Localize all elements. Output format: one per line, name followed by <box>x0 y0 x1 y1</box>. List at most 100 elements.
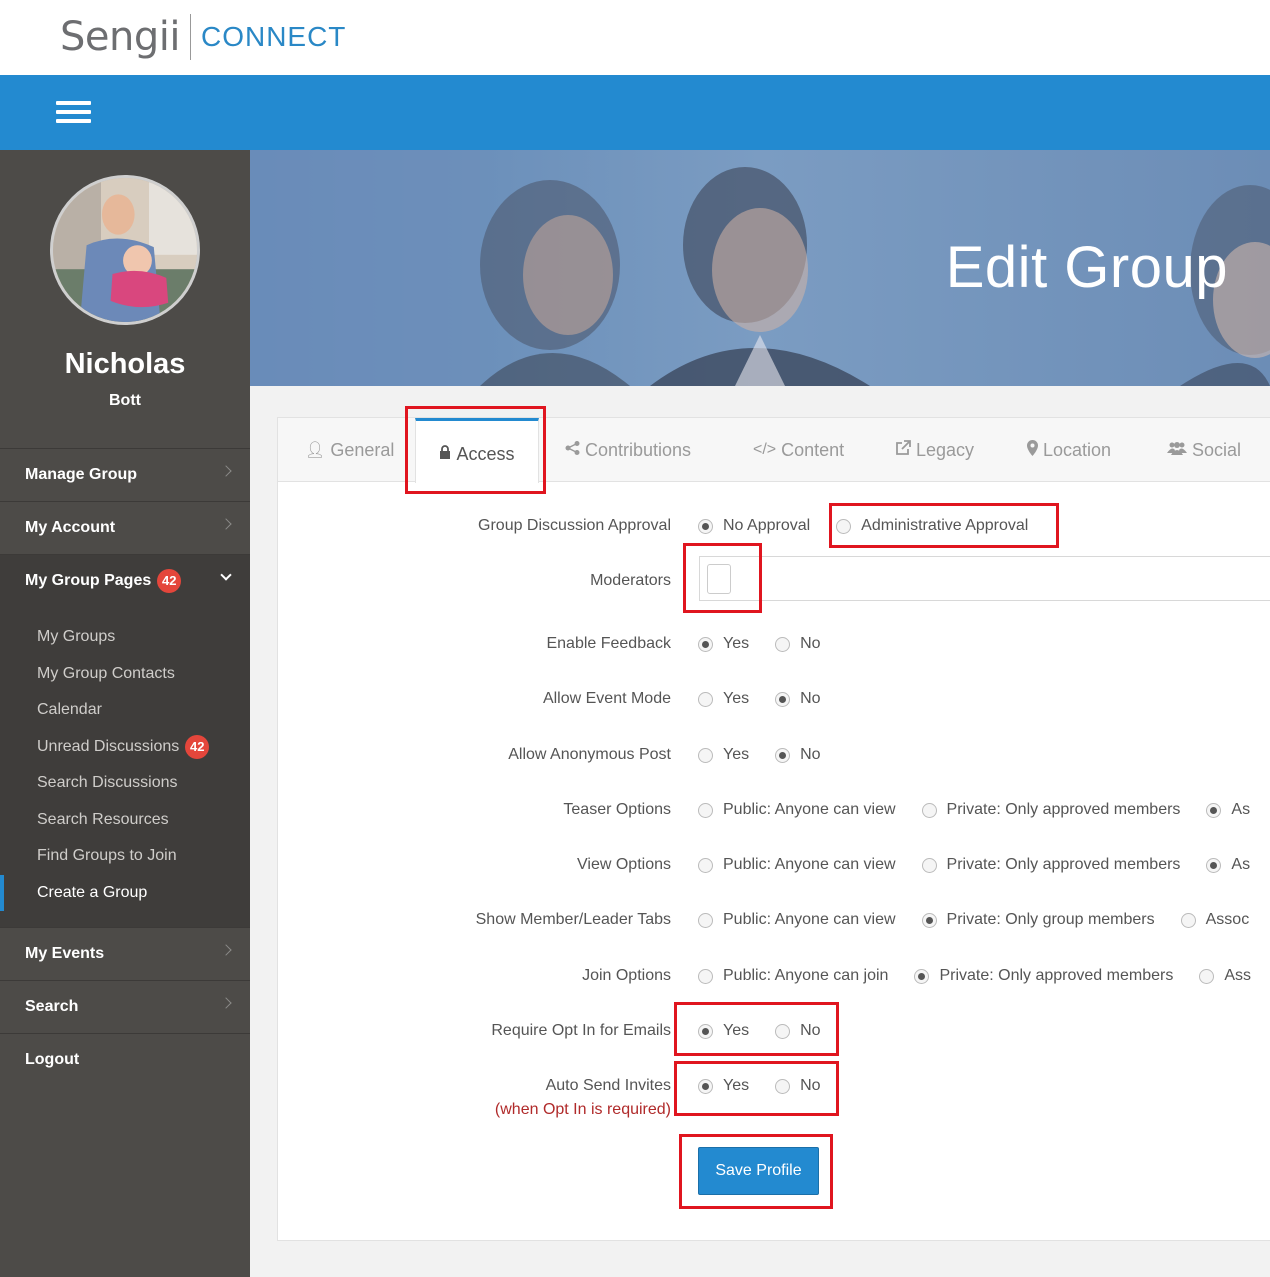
radio-join-private[interactable]: Private: Only approved members <box>914 967 1173 985</box>
sidebar-subitem-search-resources[interactable]: Search Resources <box>0 802 250 839</box>
moderators-token-field[interactable] <box>707 564 731 594</box>
radio-anon-no[interactable]: No <box>775 746 821 764</box>
row-moderators: Moderators <box>278 556 1270 602</box>
subitem-label: Search Discussions <box>37 774 178 792</box>
row-teaser-options: Teaser Options Public: Anyone can view P… <box>278 796 1270 826</box>
radio-group: Yes No <box>698 690 847 708</box>
radio-feedback-yes[interactable]: Yes <box>698 635 749 653</box>
row-join-options: Join Options Public: Anyone can join Pri… <box>278 962 1270 992</box>
field-label: Allow Event Mode <box>542 690 671 707</box>
user-icon: 👤︎ <box>305 442 326 459</box>
sidebar-subitem-my-groups[interactable]: My Groups <box>0 619 250 656</box>
tab-label: Contributions <box>585 439 692 460</box>
hamburger-menu-icon[interactable] <box>56 101 91 123</box>
row-require-opt-in: Require Opt In for Emails Yes No <box>278 1017 1270 1047</box>
row-enable-feedback: Enable Feedback Yes No <box>278 630 1270 660</box>
tab-access[interactable]: Access <box>415 418 539 483</box>
radio-event-yes[interactable]: Yes <box>698 690 749 708</box>
tab-label: General <box>330 439 395 460</box>
sidebar-subnav: My Groups My Group Contacts Calendar Unr… <box>0 607 250 927</box>
radio-teaser-public[interactable]: Public: Anyone can view <box>698 801 896 819</box>
radio-view-associated[interactable]: As <box>1206 856 1250 874</box>
row-view-options: View Options Public: Anyone can view Pri… <box>278 851 1270 881</box>
radio-label: Private: Only approved members <box>939 967 1174 984</box>
tab-social[interactable]: Social <box>1167 418 1241 482</box>
radio-admin-approval[interactable]: Administrative Approval <box>836 517 1028 535</box>
tab-contributions[interactable]: Contributions <box>565 418 691 482</box>
sidebar-item-label: Manage Group <box>25 466 138 483</box>
radio-tabs-associated[interactable]: Assoc <box>1180 911 1250 929</box>
field-sublabel: (when Opt In is required) <box>494 1101 671 1118</box>
field-label: Join Options <box>582 967 671 984</box>
radio-button <box>698 1078 713 1094</box>
radio-label: Assoc <box>1205 911 1250 928</box>
sidebar-item-label: Search <box>25 998 79 1015</box>
sengii-logo[interactable]: Sengii CONNECT <box>60 12 346 62</box>
sidebar-item-search[interactable]: Search <box>0 980 250 1033</box>
radio-label: Private: Only approved members <box>946 801 1181 818</box>
subitem-label: Search Resources <box>37 810 169 828</box>
radio-button <box>921 857 937 873</box>
save-profile-button[interactable]: Save Profile <box>698 1147 819 1195</box>
radio-button <box>836 518 852 534</box>
radio-button <box>698 802 713 818</box>
radio-anon-yes[interactable]: Yes <box>698 746 749 764</box>
sidebar-subitem-calendar[interactable]: Calendar <box>0 692 250 729</box>
radio-button <box>698 691 713 707</box>
radio-button <box>775 747 791 763</box>
sidebar-subitem-create-group[interactable]: Create a Group <box>0 874 250 912</box>
radio-button <box>775 636 791 652</box>
lock-icon <box>439 444 451 464</box>
moderators-input[interactable] <box>699 556 1270 601</box>
radio-join-public[interactable]: Public: Anyone can join <box>698 967 888 985</box>
radio-invite-no[interactable]: No <box>775 1077 821 1095</box>
sidebar-item-manage-group[interactable]: Manage Group <box>0 448 250 501</box>
sidebar-subitem-my-group-contacts[interactable]: My Group Contacts <box>0 656 250 693</box>
radio-label: Ass <box>1224 967 1251 984</box>
radio-optin-no[interactable]: No <box>775 1022 821 1040</box>
sidebar-item-logout[interactable]: Logout <box>0 1033 250 1086</box>
radio-label: Public: Anyone can join <box>723 967 889 984</box>
radio-label: As <box>1231 856 1251 873</box>
tab-location[interactable]: Location <box>1027 418 1111 482</box>
radio-button <box>698 912 713 928</box>
radio-teaser-associated[interactable]: As <box>1206 801 1250 819</box>
sidebar-subitem-find-groups[interactable]: Find Groups to Join <box>0 838 250 875</box>
radio-teaser-private[interactable]: Private: Only approved members <box>921 801 1181 819</box>
tab-label: Content <box>781 439 845 460</box>
radio-group: No Approval Administrative Approval <box>698 517 1054 535</box>
radio-tabs-private[interactable]: Private: Only group members <box>921 911 1155 929</box>
hero-banner: Edit Group <box>250 150 1270 386</box>
sidebar-subitem-unread-discussions[interactable]: Unread Discussions 42 <box>0 729 250 766</box>
radio-view-private[interactable]: Private: Only approved members <box>921 856 1180 874</box>
tab-general[interactable]: 👤︎ General <box>305 418 394 482</box>
radio-no-approval[interactable]: No Approval <box>698 517 810 535</box>
tab-legacy[interactable]: Legacy <box>895 418 974 482</box>
radio-tabs-public[interactable]: Public: Anyone can view <box>698 911 896 929</box>
sidebar-item-my-group-pages[interactable]: My Group Pages 42 <box>0 554 250 607</box>
radio-group: Public: Anyone can view Private: Only gr… <box>698 911 1270 929</box>
avatar[interactable] <box>50 175 200 325</box>
radio-button <box>775 1023 791 1039</box>
radio-join-associated[interactable]: Ass <box>1199 967 1251 985</box>
sidebar-item-my-events[interactable]: My Events <box>0 927 250 980</box>
radio-group: Yes No <box>698 635 847 653</box>
radio-view-public[interactable]: Public: Anyone can view <box>698 856 896 874</box>
chevron-down-icon <box>220 569 232 581</box>
row-event-mode: Allow Event Mode Yes No <box>278 685 1270 715</box>
sidebar-item-my-account[interactable]: My Account <box>0 501 250 554</box>
subitem-label: My Group Contacts <box>37 664 175 682</box>
tab-content[interactable]: </> Content <box>753 418 844 482</box>
sidebar-subitem-search-discussions[interactable]: Search Discussions <box>0 765 250 802</box>
chevron-right-icon <box>220 465 232 477</box>
field-label: Allow Anonymous Post <box>508 746 671 763</box>
radio-feedback-no[interactable]: No <box>775 635 821 653</box>
radio-optin-yes[interactable]: Yes <box>698 1022 749 1040</box>
radio-invite-yes[interactable]: Yes <box>698 1077 749 1095</box>
radio-button <box>698 747 713 763</box>
row-anonymous-post: Allow Anonymous Post Yes No <box>278 741 1270 771</box>
logo-connect-text: CONNECT <box>200 21 347 52</box>
radio-button <box>1180 912 1196 928</box>
radio-event-no[interactable]: No <box>775 690 821 708</box>
radio-button <box>698 1023 713 1039</box>
